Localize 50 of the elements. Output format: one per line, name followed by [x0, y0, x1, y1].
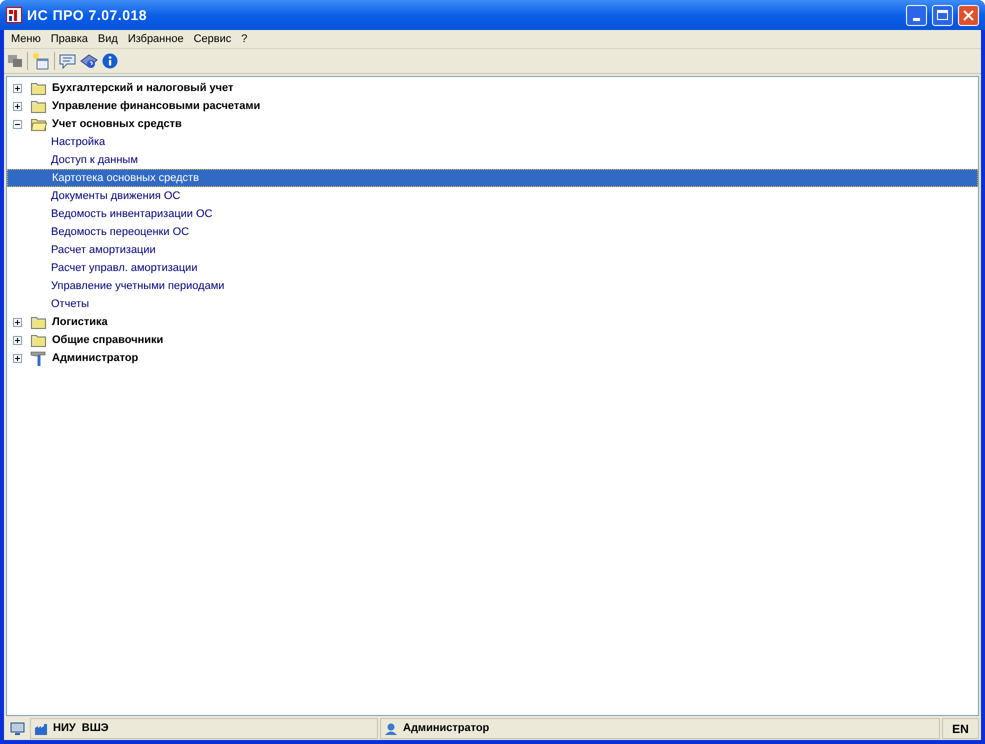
- window-title: ИС ПРО 7.07.018: [27, 6, 148, 24]
- windows-icon[interactable]: [7, 53, 23, 69]
- tree-item[interactable]: Настройка: [7, 133, 978, 151]
- expand-icon[interactable]: [13, 354, 22, 362]
- user-name: Администратор: [403, 721, 490, 736]
- collapse-icon[interactable]: [13, 120, 22, 128]
- expand-icon[interactable]: [13, 84, 22, 92]
- tree-item[interactable]: Ведомость переоценки ОС: [7, 223, 978, 241]
- tree-group[interactable]: Общие справочники: [51, 332, 164, 348]
- tree-item[interactable]: Отчеты: [7, 295, 978, 313]
- user-icon: [384, 722, 398, 736]
- open-folder-icon: [31, 117, 47, 131]
- monitor-icon: [10, 722, 24, 736]
- tree-group[interactable]: Администратор: [51, 350, 138, 366]
- app-logo-icon: [6, 7, 22, 23]
- expand-icon[interactable]: [13, 318, 22, 326]
- tree-item[interactable]: Доступ к данным: [7, 151, 978, 169]
- tree-group[interactable]: Управление финансовыми расчетами: [51, 98, 260, 114]
- folder-icon: [31, 81, 47, 95]
- new-window-icon[interactable]: [32, 52, 50, 70]
- close-icon: [963, 10, 974, 20]
- menu-item[interactable]: Вид: [92, 30, 123, 48]
- speech-bubble-icon[interactable]: [59, 52, 76, 70]
- folder-icon: [31, 315, 47, 329]
- expand-icon[interactable]: [13, 102, 22, 110]
- expand-icon[interactable]: [13, 336, 22, 344]
- tree-group[interactable]: Бухгалтерский и налоговый учет: [51, 80, 234, 96]
- tree-item[interactable]: Документы движения ОС: [7, 187, 978, 205]
- selected-tree-item[interactable]: Картотека основных средств: [7, 169, 978, 187]
- tree-group[interactable]: Учет основных средств: [51, 116, 182, 132]
- close-button[interactable]: [958, 4, 979, 26]
- hammer-icon: [30, 350, 48, 366]
- tree-item[interactable]: Расчет управл. амортизации: [7, 259, 978, 277]
- folder-icon: [31, 99, 47, 113]
- tree-item[interactable]: Ведомость инвентаризации ОС: [7, 205, 978, 223]
- factory-icon: [34, 722, 48, 734]
- minimize-button[interactable]: [906, 4, 927, 26]
- menu-item[interactable]: Избранное: [122, 30, 189, 48]
- organization-name: НИУ ВШЭ: [53, 721, 109, 736]
- tree-group[interactable]: Логистика: [51, 314, 108, 330]
- tree-item[interactable]: Управление учетными периодами: [7, 277, 978, 295]
- menu-item[interactable]: ?: [236, 30, 252, 48]
- folder-icon: [31, 333, 47, 347]
- menu-item[interactable]: Правка: [46, 30, 93, 48]
- tree-item[interactable]: Расчет амортизации: [7, 241, 978, 259]
- maximize-button[interactable]: [932, 4, 953, 26]
- menu-item[interactable]: Сервис: [188, 30, 236, 48]
- language-indicator: EN: [942, 718, 979, 739]
- info-icon[interactable]: [102, 53, 118, 69]
- menu-item[interactable]: Меню: [6, 30, 46, 48]
